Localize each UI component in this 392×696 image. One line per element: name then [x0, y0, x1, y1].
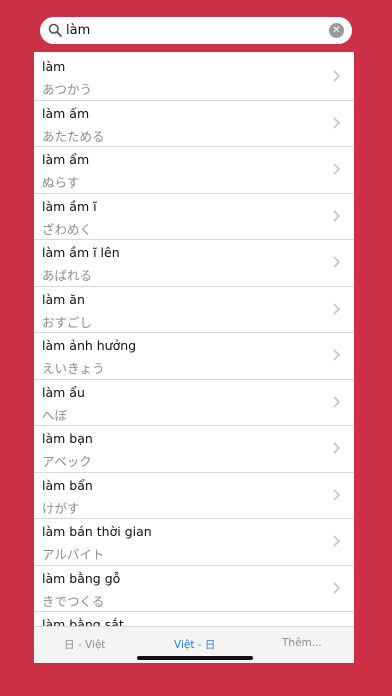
tab-japanese-vietnamese[interactable]: 日 - Việt — [64, 637, 105, 652]
clear-icon[interactable]: ✕ — [329, 23, 344, 38]
entry-reading: あばれる — [42, 268, 93, 283]
list-item[interactable]: làm bán thời gian アルバイト — [34, 519, 354, 566]
chevron-right-icon — [333, 581, 340, 594]
list-item[interactable]: làm あつかう — [34, 54, 354, 101]
entry-reading: ぬらす — [42, 175, 80, 190]
entry-word: làm ẩu — [42, 384, 85, 400]
list-item[interactable]: làm ầm ĩ lên あばれる — [34, 240, 354, 287]
entry-reading: へぼ — [42, 407, 68, 423]
list-item[interactable]: làm bằng gỗ きでつくる — [34, 566, 354, 612]
entry-word: làm bạn — [42, 431, 93, 446]
search-icon — [48, 23, 62, 37]
chevron-right-icon — [333, 395, 340, 408]
entry-reading: けがす — [42, 500, 80, 516]
entry-word: làm — [42, 59, 66, 74]
entry-reading: あつかう — [42, 82, 93, 97]
home-indicator — [137, 656, 253, 660]
entry-word: làm ầm ĩ lên — [42, 245, 120, 260]
chevron-right-icon — [333, 209, 340, 222]
entry-reading: アベック — [42, 454, 92, 469]
entry-reading: きでつくる — [42, 593, 105, 609]
list-item[interactable]: làm ảnh hưởng えいきょう — [34, 333, 354, 380]
entry-word: làm ầm ĩ — [42, 198, 97, 214]
entry-word: làm ấm — [42, 105, 90, 121]
chevron-right-icon — [333, 116, 340, 129]
entry-reading: アルバイト — [42, 547, 105, 562]
tab-vietnamese-japanese[interactable]: Việt - 日 — [174, 637, 215, 652]
entry-reading: えいきょう — [42, 361, 105, 376]
list-item[interactable]: làm ẩm ぬらす — [34, 147, 354, 194]
results-panel: làm あつかう làm ấm あたためる làm ẩm ぬらす làm ầm ĩ ざわめく l… — [34, 52, 354, 663]
list-item[interactable]: làm bẩn けがす — [34, 473, 354, 519]
tab-more[interactable]: Thêm... — [282, 637, 322, 649]
list-item[interactable]: làm ầm ĩ ざわめく — [34, 194, 354, 240]
list-item[interactable]: làm ấm あたためる — [34, 101, 354, 147]
entry-word: làm bán thời gian — [42, 524, 152, 539]
entry-word: làm ẩm — [42, 152, 90, 167]
chevron-right-icon — [333, 163, 340, 175]
chevron-right-icon — [333, 70, 340, 82]
chevron-right-icon — [333, 535, 340, 547]
list-item[interactable]: làm bạn アベック — [34, 426, 354, 473]
entry-reading: ざわめく — [42, 221, 93, 237]
entry-word: làm bằng gỗ — [42, 570, 121, 586]
chevron-right-icon — [333, 302, 340, 315]
chevron-right-icon — [333, 488, 340, 501]
entry-word: làm ảnh hưởng — [42, 338, 137, 353]
entry-reading: おすごし — [42, 314, 93, 330]
entry-word: làm ăn — [42, 291, 85, 307]
list-item[interactable]: làm ăn おすごし — [34, 287, 354, 333]
chevron-right-icon — [333, 256, 340, 268]
list-item[interactable]: làm ẩu へぼ — [34, 380, 354, 426]
entry-reading: あたためる — [42, 128, 105, 144]
entry-word: làm bẩn — [42, 477, 93, 493]
chevron-right-icon — [333, 349, 340, 361]
chevron-right-icon — [333, 442, 340, 454]
results-list: làm あつかう làm ấm あたためる làm ẩm ぬらす làm ầm ĩ ざわめく l… — [34, 54, 354, 659]
search-bar[interactable]: ✕ — [40, 17, 352, 44]
search-input[interactable] — [66, 17, 316, 44]
